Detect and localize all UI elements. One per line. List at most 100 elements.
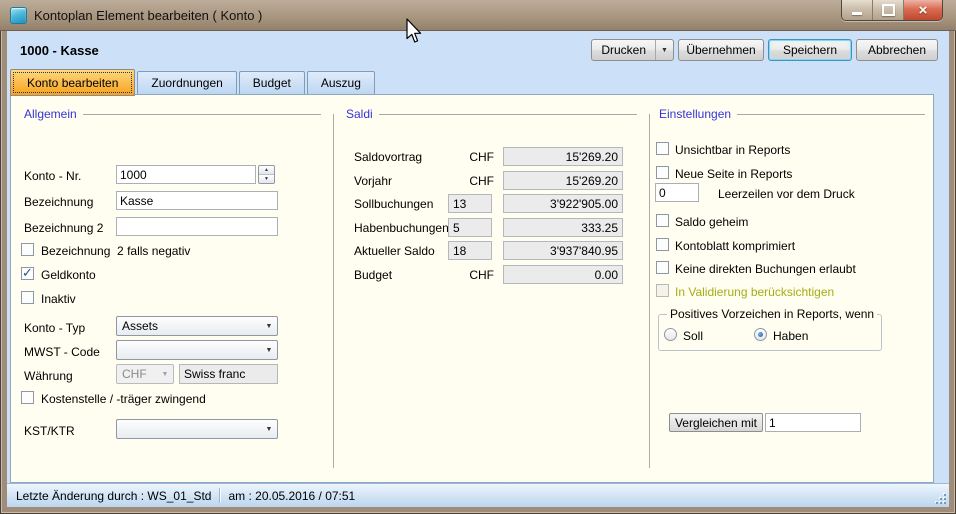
saldi-row-label: Habenbuchungen <box>354 221 449 235</box>
bezeichnung-label: Bezeichnung <box>24 195 93 209</box>
abbrechen-button[interactable]: Abbrechen <box>856 39 938 61</box>
divider <box>379 114 637 115</box>
inaktiv-checkbox[interactable] <box>21 291 34 304</box>
inaktiv-label: Inaktiv <box>41 292 76 306</box>
saldi-row-currency: CHF <box>448 268 494 282</box>
tab-zuordnungen[interactable]: Zuordnungen <box>137 71 236 94</box>
kostenstelle-label: Kostenstelle / -träger zwingend <box>41 392 206 406</box>
validierung-checkbox <box>656 284 669 297</box>
saldi-row-amount: 0.00 <box>503 265 623 284</box>
saldi-row-count: 13 <box>448 194 492 213</box>
geldkonto-checkbox[interactable] <box>21 267 34 280</box>
bezeichnung2-input[interactable] <box>116 217 278 236</box>
resize-grip[interactable] <box>934 492 947 505</box>
leerzeilen-label: Leerzeilen vor dem Druck <box>718 187 855 201</box>
saldi-row-amount: 333.25 <box>503 218 623 237</box>
tab-content: Allgemein Saldi Einstellungen Konto - Nr… <box>10 94 934 483</box>
dialog-body: 1000 - Kasse Drucken ▼ Übernehmen Speich… <box>7 31 949 507</box>
kst-ktr-select[interactable]: ▼ <box>116 419 278 439</box>
konto-nr-input[interactable] <box>116 165 256 184</box>
statusbar: Letzte Änderung durch : WS_01_Std am : 2… <box>7 483 949 507</box>
saldi-row-label: Budget <box>354 268 392 282</box>
vergleichen-mit-button[interactable]: Vergleichen mit <box>669 413 763 432</box>
maximize-button[interactable] <box>872 0 903 20</box>
saldi-row-currency: CHF <box>448 150 494 164</box>
keine-buchungen-label: Keine direkten Buchungen erlaubt <box>675 262 856 276</box>
neue-seite-reports-label: Neue Seite in Reports <box>675 167 792 181</box>
saldi-row-count: 5 <box>448 218 492 237</box>
haben-radio-label: Haben <box>773 329 808 343</box>
geldkonto-label: Geldkonto <box>41 268 96 282</box>
konto-typ-label: Konto - Typ <box>24 321 85 335</box>
saldi-row-amount: 15'269.20 <box>503 171 623 190</box>
close-icon: × <box>919 3 928 18</box>
soll-radio-label: Soll <box>683 329 703 343</box>
uebernehmen-button[interactable]: Übernehmen <box>678 39 764 61</box>
bezeichnung2-negativ-checkbox[interactable] <box>21 243 34 256</box>
window-controls: × <box>841 0 943 21</box>
minimize-button[interactable] <box>842 0 872 20</box>
keine-buchungen-checkbox[interactable] <box>656 261 669 274</box>
application-window: Kontoplan Element bearbeiten ( Konto ) ×… <box>0 0 956 514</box>
panel-divider <box>333 114 334 468</box>
window-title: Kontoplan Element bearbeiten ( Konto ) <box>34 8 262 23</box>
group-saldi-header: Saldi <box>346 107 637 121</box>
drucken-button-label: Drucken <box>592 40 655 60</box>
mwst-code-label: MWST - Code <box>24 345 100 359</box>
saldi-row-amount: 3'922'905.00 <box>503 194 623 213</box>
divider <box>737 114 925 115</box>
vergleichen-input[interactable] <box>765 413 861 432</box>
status-date: am : 20.05.2016 / 07:51 <box>228 489 355 503</box>
saldi-row-label: Vorjahr <box>354 174 392 188</box>
chevron-down-icon: ▼ <box>157 371 173 378</box>
waehrung-select: CHF ▼ <box>116 364 174 384</box>
group-einstellungen-header: Einstellungen <box>659 107 925 121</box>
leerzeilen-input[interactable] <box>655 183 699 202</box>
haben-radio[interactable] <box>754 328 767 341</box>
tab-budget[interactable]: Budget <box>239 71 305 94</box>
header-buttons: Drucken ▼ Übernehmen Speichern Abbrechen <box>591 39 938 61</box>
status-last-change: Letzte Änderung durch : WS_01_Std <box>16 489 211 503</box>
mwst-code-select[interactable]: ▼ <box>116 340 278 360</box>
spinner-down-button[interactable]: ▼ <box>259 174 274 183</box>
waehrung-code: CHF <box>117 367 157 381</box>
saldo-geheim-label: Saldo geheim <box>675 215 748 229</box>
bezeichnung-input[interactable] <box>116 191 278 210</box>
neue-seite-reports-checkbox[interactable] <box>656 166 669 179</box>
tab-konto-bearbeiten[interactable]: Konto bearbeiten <box>10 69 135 96</box>
saldo-geheim-checkbox[interactable] <box>656 214 669 227</box>
spinner-up-button[interactable]: ▲ <box>259 166 274 174</box>
divider <box>83 114 321 115</box>
vorzeichen-legend: Positives Vorzeichen in Reports, wenn <box>667 307 877 321</box>
minimize-icon <box>852 12 862 15</box>
titlebar: Kontoplan Element bearbeiten ( Konto ) × <box>0 0 956 31</box>
drucken-dropdown-arrow[interactable]: ▼ <box>655 40 673 60</box>
status-separator <box>219 488 220 503</box>
konto-nr-spinner: ▲ ▼ <box>258 165 275 184</box>
group-einstellungen-title: Einstellungen <box>659 107 731 121</box>
group-allgemein-header: Allgemein <box>24 107 321 121</box>
page-title: 1000 - Kasse <box>20 43 99 58</box>
drucken-button[interactable]: Drucken ▼ <box>591 39 674 61</box>
kontoblatt-komprimiert-label: Kontoblatt komprimiert <box>675 239 795 253</box>
tab-auszug[interactable]: Auszug <box>307 71 375 94</box>
app-icon <box>10 7 27 24</box>
unsichtbar-reports-checkbox[interactable] <box>656 142 669 155</box>
close-button[interactable]: × <box>903 0 942 20</box>
kontoblatt-komprimiert-checkbox[interactable] <box>656 238 669 251</box>
tab-strip: Konto bearbeiten Zuordnungen Budget Ausz… <box>10 69 377 94</box>
waehrung-name-field: Swiss franc <box>179 364 278 384</box>
group-saldi-title: Saldi <box>346 107 373 121</box>
saldi-row-currency: CHF <box>448 174 494 188</box>
konto-typ-select[interactable]: Assets ▼ <box>116 316 278 336</box>
saldi-row-label: Saldovortrag <box>354 150 422 164</box>
kostenstelle-checkbox[interactable] <box>21 391 34 404</box>
saldi-row-label: Sollbuchungen <box>354 197 433 211</box>
soll-radio[interactable] <box>664 328 677 341</box>
bezeichnung2-label: Bezeichnung 2 <box>24 221 103 235</box>
speichern-button[interactable]: Speichern <box>768 39 852 61</box>
validierung-label: In Validierung berücksichtigen <box>675 285 834 299</box>
chevron-down-icon: ▼ <box>261 347 277 354</box>
kst-ktr-label: KST/KTR <box>24 424 75 438</box>
chevron-down-icon: ▼ <box>261 323 277 330</box>
